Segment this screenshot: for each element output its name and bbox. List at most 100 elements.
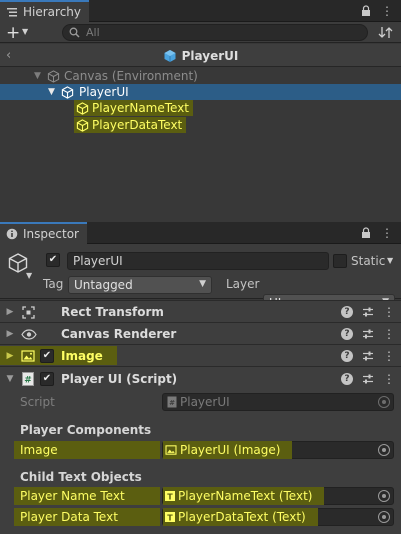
component-name: Canvas Renderer <box>61 326 177 341</box>
component-enabled-checkbox[interactable]: ✔ <box>40 372 54 386</box>
static-dropdown-caret-icon[interactable]: ▼ <box>387 256 393 265</box>
lock-icon[interactable] <box>361 227 371 239</box>
more-options-icon[interactable]: ⋮ <box>381 226 393 240</box>
object-picker-icon[interactable] <box>378 490 390 502</box>
image-object-field[interactable]: PlayerUI (Image) <box>162 441 394 459</box>
prefab-scene-bar: ‹ PlayerUI <box>0 44 401 67</box>
inspector-tab-label: Inspector <box>23 227 79 241</box>
prefab-scene-title: PlayerUI <box>181 48 239 63</box>
fold-arrow-icon[interactable]: ▶ <box>4 307 16 317</box>
hierarchy-row-playerui[interactable]: ▼ PlayerUI <box>0 84 401 100</box>
player-name-text-value: PlayerNameText (Text) <box>178 489 313 503</box>
image-object-value: PlayerUI (Image) <box>180 443 281 457</box>
object-picker-icon <box>378 396 390 408</box>
expand-arrow-icon[interactable]: ▼ <box>48 87 55 97</box>
hierarchy-tab-bar: Hierarchy ⋮ <box>0 0 401 22</box>
script-file-icon: # <box>167 396 177 408</box>
fold-arrow-icon[interactable]: ▼ <box>4 374 16 384</box>
add-icon[interactable]: + <box>6 23 20 43</box>
hierarchy-search-input[interactable] <box>86 26 346 39</box>
preset-sliders-icon[interactable] <box>362 328 374 340</box>
player-name-text-field[interactable]: T PlayerNameText (Text) <box>162 487 394 505</box>
component-name: Player UI (Script) <box>61 371 178 386</box>
component-name: Image <box>61 348 103 363</box>
hierarchy-row-label: Canvas (Environment) <box>64 69 198 83</box>
more-options-icon[interactable]: ⋮ <box>381 4 393 18</box>
hierarchy-row-label: PlayerDataText <box>92 118 183 132</box>
script-field: # PlayerUI <box>162 393 394 411</box>
player-data-text-field[interactable]: T PlayerDataText (Text) <box>162 508 394 526</box>
fold-arrow-icon[interactable]: ▶ <box>4 329 16 339</box>
component-enabled-checkbox[interactable]: ✔ <box>40 349 54 363</box>
object-picker-icon[interactable] <box>378 511 390 523</box>
object-name-value: PlayerUI <box>73 254 123 268</box>
script-properties: Script # PlayerUI Player Components Imag… <box>0 390 401 534</box>
svg-text:T: T <box>167 492 173 501</box>
player-data-text-value: PlayerDataText (Text) <box>178 510 306 524</box>
tag-dropdown[interactable]: Untagged ▼ <box>68 276 212 294</box>
hierarchy-search[interactable] <box>62 24 368 41</box>
info-icon <box>6 228 18 240</box>
component-image[interactable]: ▶ ✔ Image ? ⋮ <box>0 344 401 366</box>
image-icon <box>165 445 177 455</box>
hierarchy-row-canvas[interactable]: ▼ Canvas (Environment) <box>0 68 401 84</box>
section-child-text-objects: Child Text Objects <box>20 470 142 484</box>
hierarchy-row-playerdatatext[interactable]: PlayerDataText <box>0 117 401 133</box>
player-data-text-label: Player Data Text <box>20 510 118 524</box>
gameobject-cube-icon <box>76 118 89 132</box>
highlight-box: PlayerDataText <box>74 117 187 133</box>
add-dropdown-caret-icon[interactable]: ▼ <box>22 27 28 36</box>
prefab-cube-icon <box>163 49 177 63</box>
help-icon[interactable]: ? <box>341 306 353 318</box>
static-label: Static <box>351 254 386 268</box>
inspector-object-header: ▼ ✔ PlayerUI Static ▼ Tag Untagged ▼ Lay… <box>0 244 401 312</box>
component-name: Rect Transform <box>61 304 164 319</box>
component-player-ui-script[interactable]: ▼ # ✔ Player UI (Script) ? ⋮ <box>0 366 401 390</box>
rect-transform-icon <box>22 306 35 319</box>
help-icon[interactable]: ? <box>341 328 353 340</box>
prefab-cube-icon <box>61 85 74 99</box>
icon-dropdown-caret-icon[interactable]: ▼ <box>26 271 32 280</box>
object-name-field[interactable]: PlayerUI <box>67 252 329 270</box>
search-icon <box>69 27 80 38</box>
static-checkbox[interactable] <box>333 254 347 268</box>
highlight-box: T PlayerNameText (Text) <box>163 487 325 505</box>
hierarchy-row-playernametext[interactable]: PlayerNameText <box>0 100 401 116</box>
preset-sliders-icon[interactable] <box>362 350 374 362</box>
section-player-components: Player Components <box>20 423 152 437</box>
text-component-icon: T <box>165 512 175 522</box>
svg-text:T: T <box>167 513 173 522</box>
more-options-icon[interactable]: ⋮ <box>383 327 395 341</box>
layer-label: Layer <box>226 277 260 291</box>
component-rect-transform[interactable]: ▶ Rect Transform ? ⋮ <box>0 300 401 322</box>
preset-sliders-icon[interactable] <box>362 373 374 385</box>
active-checkbox[interactable]: ✔ <box>46 253 60 267</box>
eye-icon <box>21 329 37 340</box>
preset-sliders-icon[interactable] <box>362 306 374 318</box>
highlight-box: PlayerNameText <box>74 100 194 116</box>
highlight-box: T PlayerDataText (Text) <box>163 508 318 526</box>
hierarchy-tab[interactable]: Hierarchy <box>0 0 90 22</box>
svg-text:#: # <box>24 376 32 386</box>
fold-arrow-icon[interactable]: ▶ <box>4 351 16 361</box>
hierarchy-row-label: PlayerNameText <box>92 101 190 115</box>
inspector-tab[interactable]: Inspector <box>0 222 87 244</box>
object-picker-icon[interactable] <box>378 444 390 456</box>
script-icon: # <box>22 372 34 386</box>
tag-label: Tag <box>43 277 64 291</box>
help-icon[interactable]: ? <box>341 350 353 362</box>
more-options-icon[interactable]: ⋮ <box>383 305 395 319</box>
more-options-icon[interactable]: ⋮ <box>383 349 395 363</box>
svg-text:#: # <box>169 399 175 407</box>
chevron-down-icon: ▼ <box>199 279 206 289</box>
expand-arrow-icon[interactable]: ▼ <box>34 71 41 81</box>
lock-icon[interactable] <box>361 5 371 17</box>
scene-visibility-toggle-icon[interactable] <box>378 25 393 40</box>
inspector-tab-bar: Inspector ⋮ <box>0 222 401 244</box>
component-canvas-renderer[interactable]: ▶ Canvas Renderer ? ⋮ <box>0 322 401 344</box>
image-icon <box>21 350 35 362</box>
help-icon[interactable]: ? <box>341 373 353 385</box>
text-component-icon: T <box>165 491 175 501</box>
more-options-icon[interactable]: ⋮ <box>383 372 395 386</box>
tag-value: Untagged <box>74 278 133 292</box>
